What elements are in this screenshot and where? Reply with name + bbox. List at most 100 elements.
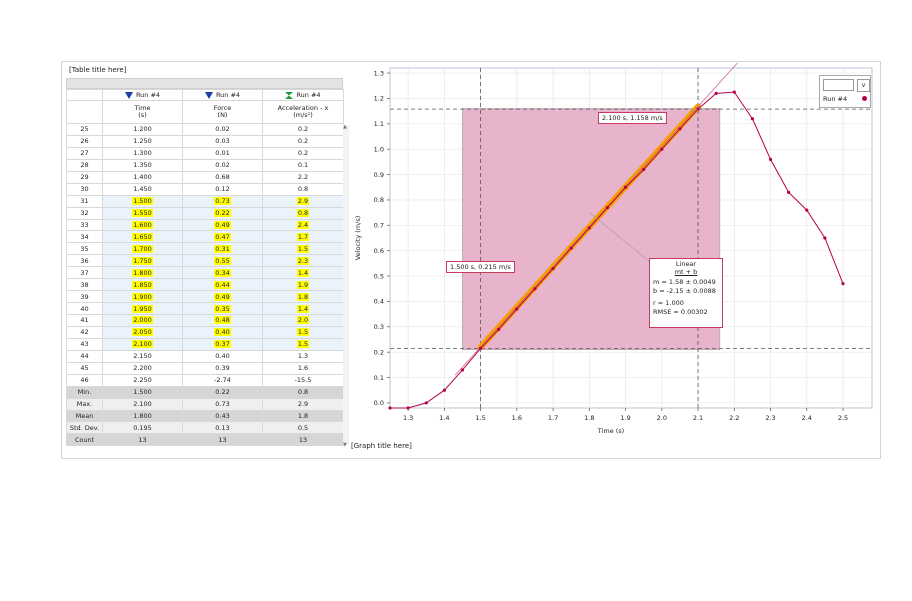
table-row[interactable]: 26 1.250 0.03 0.2 xyxy=(66,134,344,148)
time-cell[interactable]: 2.100 xyxy=(102,337,183,351)
data-point[interactable] xyxy=(587,226,591,230)
force-cell[interactable]: 0.47 xyxy=(182,230,263,244)
table-row[interactable]: 29 1.400 0.68 2.2 xyxy=(66,170,344,184)
time-cell[interactable]: 2.000 xyxy=(102,314,183,327)
data-point[interactable] xyxy=(732,90,736,94)
column-header[interactable]: Force (N) xyxy=(182,100,263,124)
table-row[interactable]: 37 1.800 0.34 1.4 xyxy=(66,266,344,280)
acceleration-cell[interactable]: 0.2 xyxy=(262,134,344,148)
time-cell[interactable]: 1.300 xyxy=(102,146,183,160)
data-point[interactable] xyxy=(533,287,537,291)
row-number[interactable]: 25 xyxy=(66,123,103,136)
acceleration-cell[interactable]: 0.1 xyxy=(262,158,344,172)
legend[interactable]: v Run #4 xyxy=(819,75,871,108)
data-point[interactable] xyxy=(660,147,664,151)
time-cell[interactable]: 1.500 xyxy=(102,194,183,208)
acceleration-cell[interactable]: 2.4 xyxy=(262,218,344,232)
data-point[interactable] xyxy=(841,282,845,286)
acceleration-cell[interactable]: 1.7 xyxy=(262,230,344,244)
row-number[interactable]: 43 xyxy=(66,337,103,351)
table-row[interactable]: 31 1.500 0.73 2.9 xyxy=(66,194,344,208)
force-cell[interactable]: 0.49 xyxy=(182,290,263,304)
acceleration-cell[interactable]: 1.6 xyxy=(262,361,344,375)
legend-dropdown-button[interactable]: v xyxy=(857,79,870,92)
table-row[interactable]: 43 2.100 0.37 1.5 xyxy=(66,337,344,351)
graph-title[interactable]: [Graph title here] xyxy=(351,442,412,450)
force-cell[interactable]: 0.02 xyxy=(182,123,263,136)
data-point[interactable] xyxy=(605,205,610,210)
acceleration-cell[interactable]: 1.5 xyxy=(262,242,344,256)
force-cell[interactable]: 0.02 xyxy=(182,158,263,172)
data-point[interactable] xyxy=(768,157,773,161)
row-number[interactable]: 35 xyxy=(66,242,103,256)
data-point[interactable] xyxy=(714,91,718,95)
acceleration-cell[interactable]: 1.3 xyxy=(262,349,344,363)
time-cell[interactable]: 1.750 xyxy=(102,254,183,268)
data-point[interactable] xyxy=(805,208,809,212)
data-point[interactable] xyxy=(497,327,501,331)
time-cell[interactable]: 1.900 xyxy=(102,290,183,304)
force-cell[interactable]: 0.68 xyxy=(182,170,263,184)
acceleration-cell[interactable]: 0.8 xyxy=(262,206,344,220)
time-cell[interactable]: 1.850 xyxy=(102,278,183,292)
table-row[interactable]: 36 1.750 0.55 2.3 xyxy=(66,254,344,268)
time-cell[interactable]: 1.550 xyxy=(102,206,183,220)
data-point[interactable] xyxy=(750,117,755,121)
table-row[interactable]: 46 2.250 -2.74 -15.5 xyxy=(66,373,344,387)
acceleration-cell[interactable]: 1.5 xyxy=(262,325,344,339)
table-row[interactable]: 32 1.550 0.22 0.8 xyxy=(66,206,344,220)
row-number[interactable]: 46 xyxy=(66,373,103,387)
column-run-header[interactable]: Run #4 xyxy=(102,89,183,101)
acceleration-cell[interactable]: 2.2 xyxy=(262,170,344,184)
table-row[interactable]: 25 1.200 0.02 0.2 xyxy=(66,123,344,136)
acceleration-cell[interactable]: 1.8 xyxy=(262,290,344,304)
column-header[interactable]: Acceleration - x (m/s²) xyxy=(262,100,344,124)
column-header[interactable]: Time (s) xyxy=(102,100,183,124)
time-cell[interactable]: 2.150 xyxy=(102,349,183,363)
table-row[interactable]: 39 1.900 0.49 1.8 xyxy=(66,290,344,304)
acceleration-cell[interactable]: 1.4 xyxy=(262,302,344,315)
time-cell[interactable]: 1.800 xyxy=(102,266,183,280)
force-cell[interactable]: 0.39 xyxy=(182,361,263,375)
acceleration-cell[interactable]: 0.8 xyxy=(262,182,344,196)
data-point[interactable] xyxy=(388,406,392,410)
time-cell[interactable]: 1.650 xyxy=(102,230,183,244)
force-cell[interactable]: 0.44 xyxy=(182,278,263,292)
acceleration-cell[interactable]: 1.9 xyxy=(262,278,344,292)
row-number[interactable]: 28 xyxy=(66,158,103,172)
table-row[interactable]: 27 1.300 0.01 0.2 xyxy=(66,146,344,160)
force-cell[interactable]: 0.03 xyxy=(182,134,263,148)
data-point[interactable] xyxy=(551,266,555,271)
force-cell[interactable]: 0.73 xyxy=(182,194,263,208)
time-cell[interactable]: 1.250 xyxy=(102,134,183,148)
row-number[interactable]: 45 xyxy=(66,361,103,375)
force-cell[interactable]: 0.35 xyxy=(182,302,263,315)
acceleration-cell[interactable]: 0.2 xyxy=(262,146,344,160)
table-scrollbar[interactable] xyxy=(343,125,349,445)
time-cell[interactable]: 1.400 xyxy=(102,170,183,184)
data-point[interactable] xyxy=(823,236,827,240)
row-number[interactable]: 40 xyxy=(66,302,103,315)
data-point[interactable] xyxy=(442,388,446,392)
time-cell[interactable]: 2.050 xyxy=(102,325,183,339)
legend-measurement-box[interactable] xyxy=(823,79,854,91)
table-row[interactable]: 35 1.700 0.31 1.5 xyxy=(66,242,344,256)
time-cell[interactable]: 1.600 xyxy=(102,218,183,232)
scroll-down-arrow-icon[interactable]: ▼ xyxy=(343,442,347,448)
row-number[interactable]: 41 xyxy=(66,314,103,327)
force-cell[interactable]: 0.55 xyxy=(182,254,263,268)
time-cell[interactable]: 1.700 xyxy=(102,242,183,256)
linear-fit-box[interactable]: Linear mt + b m = 1.58 ± 0.0049 b = -2.1… xyxy=(649,258,723,328)
acceleration-cell[interactable]: 1.5 xyxy=(262,337,344,351)
time-cell[interactable]: 1.450 xyxy=(102,182,183,196)
row-number[interactable]: 44 xyxy=(66,349,103,363)
force-cell[interactable]: 0.40 xyxy=(182,325,263,339)
force-cell[interactable]: 0.40 xyxy=(182,349,263,363)
table-row[interactable]: 45 2.200 0.39 1.6 xyxy=(66,361,344,375)
data-point[interactable] xyxy=(623,185,628,189)
data-point[interactable] xyxy=(460,368,465,372)
data-point[interactable] xyxy=(787,190,791,194)
acceleration-cell[interactable]: 0.2 xyxy=(262,123,344,136)
data-point[interactable] xyxy=(569,246,573,250)
force-cell[interactable]: 0.37 xyxy=(182,337,263,351)
